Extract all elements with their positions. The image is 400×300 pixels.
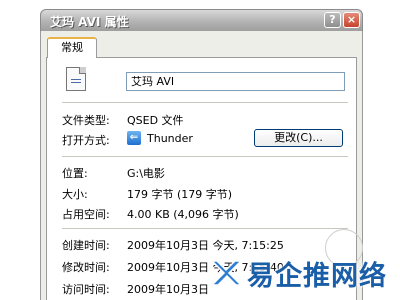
size-on-disk-value: 4.00 KB (4,096 字节) <box>127 208 239 221</box>
file-type-label: 文件类型: <box>62 114 110 127</box>
separator <box>62 228 348 230</box>
location-value: G:\电影 <box>127 167 165 180</box>
file-type-value: QSED 文件 <box>127 114 184 127</box>
size-value: 179 字节 (179 字节) <box>127 188 233 201</box>
watermark: 易企推网络 <box>209 248 400 298</box>
modified-label: 修改时间: <box>62 261 110 274</box>
file-name-input[interactable]: 艾玛 AVI <box>126 72 345 91</box>
file-icon-fold <box>79 67 86 74</box>
help-button[interactable]: ? <box>324 12 341 28</box>
file-icon-lines <box>71 79 81 85</box>
avi-file-icon <box>66 67 86 91</box>
title-bar[interactable]: 艾玛 AVI 属性 ? × <box>40 9 363 31</box>
separator <box>62 102 348 104</box>
separator <box>62 156 348 158</box>
watermark-logo-icon <box>209 256 243 290</box>
thunder-app-icon: ⇐ <box>127 131 141 145</box>
location-label: 位置: <box>62 167 88 180</box>
tab-general[interactable]: 常规 <box>47 37 97 58</box>
accessed-label: 访问时间: <box>62 283 110 296</box>
size-on-disk-label: 占用空间: <box>62 208 110 221</box>
accessed-value: 2009年10月3日 <box>127 283 209 296</box>
close-button[interactable]: × <box>343 12 360 28</box>
change-button[interactable]: 更改(C)... <box>254 129 343 147</box>
watermark-text: 易企推网络 <box>247 260 387 292</box>
window-title: 艾玛 AVI 属性 <box>50 15 129 29</box>
size-label: 大小: <box>62 188 88 201</box>
opens-with-label: 打开方式: <box>62 134 110 147</box>
opens-with-value: Thunder <box>147 132 193 145</box>
created-label: 创建时间: <box>62 239 110 252</box>
